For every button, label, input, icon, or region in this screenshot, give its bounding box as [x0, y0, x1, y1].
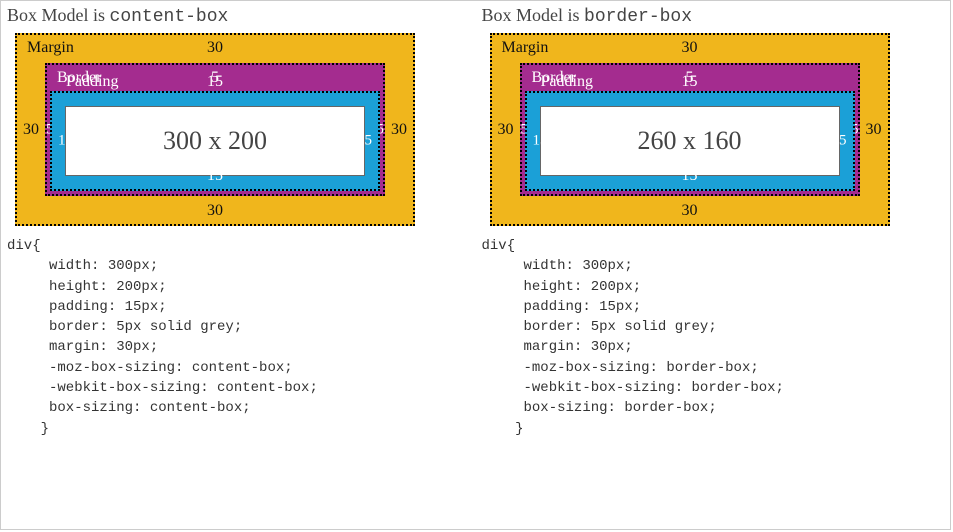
comparison-container: Box Model is content-box Margin 30 30 30…	[0, 0, 951, 530]
padding-left-value: 15	[58, 133, 73, 150]
margin-right-value: 30	[391, 121, 407, 139]
padding-label: Padding	[66, 73, 118, 91]
content-box-panel: Box Model is content-box Margin 30 30 30…	[1, 1, 476, 529]
border-layer: Border 5 5 5 5 Padding 15 15 15 15 300 x…	[45, 63, 385, 196]
margin-right-value: 30	[866, 121, 882, 139]
padding-layer: Padding 15 15 15 15 260 x 160	[525, 91, 855, 191]
border-layer: Border 5 5 5 5 Padding 15 15 15 15 260 x…	[520, 63, 860, 196]
box-model-diagram: Margin 30 30 30 30 Border 5 5 5 5 Paddin…	[5, 33, 472, 226]
css-code-block: div{ width: 300px; height: 200px; paddin…	[5, 236, 472, 439]
content-dimensions: 300 x 200	[163, 126, 267, 156]
padding-bottom-value: 15	[682, 167, 698, 185]
title-prefix: Box Model is	[7, 5, 110, 25]
panel-title: Box Model is content-box	[5, 5, 472, 27]
margin-bottom-value: 30	[682, 202, 698, 220]
css-code-block: div{ width: 300px; height: 200px; paddin…	[480, 236, 947, 439]
margin-top-value: 30	[207, 39, 223, 57]
padding-top-value: 15	[682, 73, 698, 91]
padding-right-value: 15	[357, 133, 372, 150]
margin-left-value: 30	[498, 121, 514, 139]
title-value: content-box	[110, 7, 229, 27]
padding-label: Padding	[541, 73, 593, 91]
panel-title: Box Model is border-box	[480, 5, 947, 27]
margin-layer: Margin 30 30 30 30 Border 5 5 5 5 Paddin…	[490, 33, 890, 226]
content-layer: 300 x 200	[65, 106, 365, 176]
margin-label: Margin	[502, 39, 549, 57]
padding-left-value: 15	[533, 133, 548, 150]
margin-layer: Margin 30 30 30 30 Border 5 5 5 5 Paddin…	[15, 33, 415, 226]
content-dimensions: 260 x 160	[638, 126, 742, 156]
padding-right-value: 15	[832, 133, 847, 150]
padding-bottom-value: 15	[207, 167, 223, 185]
margin-left-value: 30	[23, 121, 39, 139]
padding-layer: Padding 15 15 15 15 300 x 200	[50, 91, 380, 191]
margin-top-value: 30	[682, 39, 698, 57]
title-value: border-box	[584, 7, 692, 27]
margin-label: Margin	[27, 39, 74, 57]
border-box-panel: Box Model is border-box Margin 30 30 30 …	[476, 1, 951, 529]
padding-top-value: 15	[207, 73, 223, 91]
content-layer: 260 x 160	[540, 106, 840, 176]
margin-bottom-value: 30	[207, 202, 223, 220]
title-prefix: Box Model is	[482, 5, 585, 25]
box-model-diagram: Margin 30 30 30 30 Border 5 5 5 5 Paddin…	[480, 33, 947, 226]
